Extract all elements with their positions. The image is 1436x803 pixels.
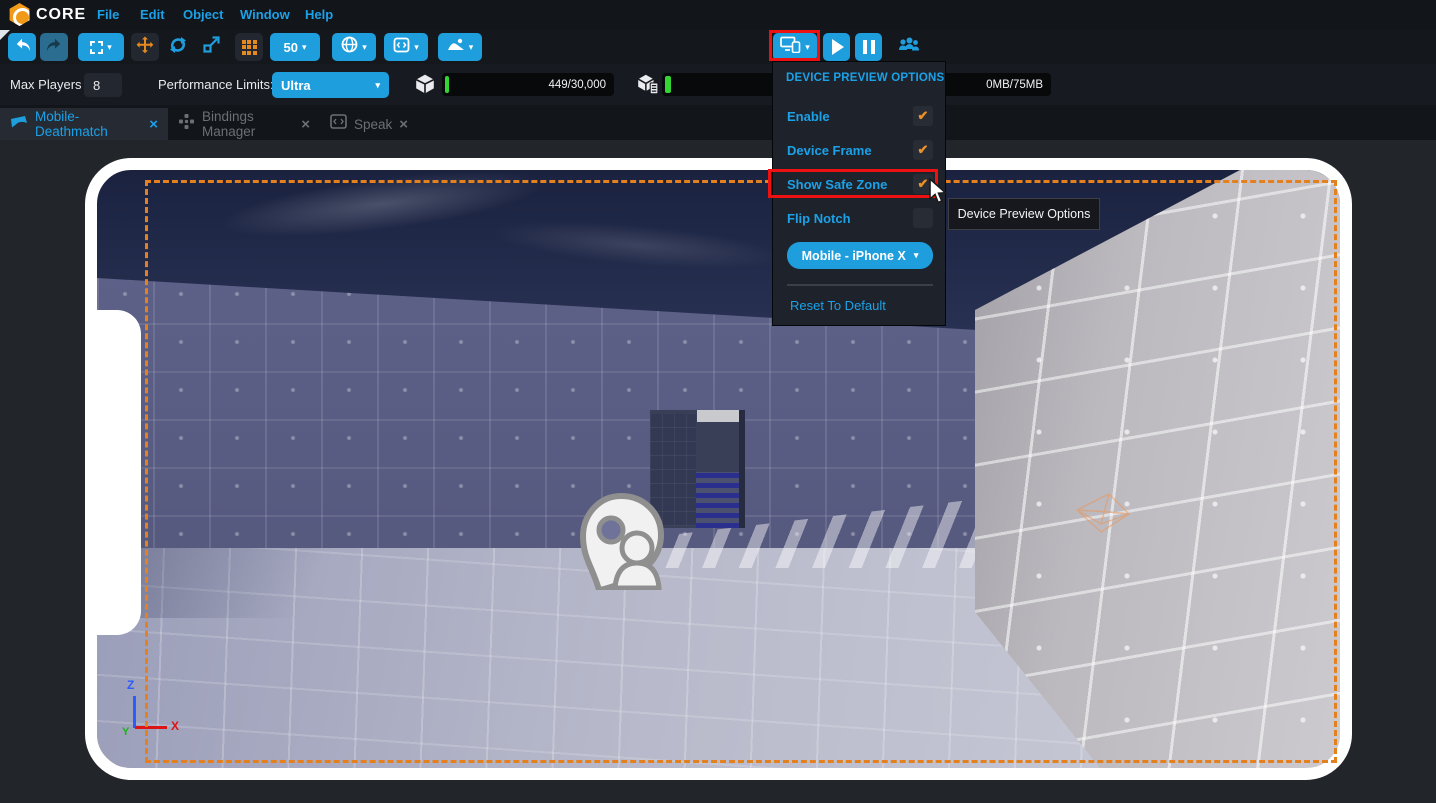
terrain-icon <box>447 37 465 57</box>
flip-notch-checkbox[interactable] <box>913 208 933 228</box>
menu-item-flip-notch[interactable]: Flip Notch <box>787 211 851 226</box>
close-icon[interactable]: × <box>399 116 408 133</box>
pause-icon <box>863 40 875 54</box>
chevron-down-icon: ▾ <box>805 43 810 52</box>
menu-item-show-safe-zone[interactable]: Show Safe Zone <box>787 177 887 192</box>
play-icon <box>832 39 844 55</box>
tab-mobile-deathmatch[interactable]: Mobile-Deathmatch × <box>0 108 168 140</box>
menu-edit[interactable]: Edit <box>140 7 165 22</box>
close-icon[interactable]: × <box>301 116 310 133</box>
memory-usage-fill <box>665 76 671 93</box>
device-frame-checkbox[interactable]: ✔ <box>913 140 933 160</box>
safe-zone-outline <box>145 180 1337 763</box>
tab-speak[interactable]: Speak × <box>320 108 408 140</box>
settings-bar: Max Players 8 Performance Limits: Ultra … <box>0 64 1436 105</box>
multiplayer-preview-button[interactable] <box>894 33 924 61</box>
world-dropdown[interactable]: ▾ <box>332 33 376 61</box>
bindings-icon <box>178 113 195 135</box>
marquee-select-icon <box>90 41 103 54</box>
menu-item-enable[interactable]: Enable <box>787 109 830 124</box>
device-preview-options-menu: DEVICE PREVIEW OPTIONS Enable ✔ Device F… <box>772 61 946 326</box>
core-logo-text: core <box>36 6 86 24</box>
script-tab-icon <box>330 114 347 134</box>
core-logo-icon <box>8 3 31 26</box>
menu-file[interactable]: File <box>97 7 119 22</box>
close-icon[interactable]: × <box>149 116 158 133</box>
device-preview-icon <box>780 36 801 58</box>
memory-usage-text: 0MB/75MB <box>986 73 1043 96</box>
title-bar: core File Edit Object Window Help <box>0 0 1436 30</box>
3d-viewport[interactable]: Z X Y <box>0 140 1436 803</box>
device-preview-button[interactable]: ▾ <box>773 33 817 61</box>
performance-limits-value: Ultra <box>281 78 311 93</box>
multiplayer-preview-icon <box>897 36 921 59</box>
grid-icon <box>242 40 257 55</box>
max-players-input[interactable]: 8 <box>84 73 122 97</box>
chevron-down-icon: ▾ <box>375 81 380 90</box>
world-icon <box>341 36 358 58</box>
rotate-tool-button[interactable] <box>165 33 191 61</box>
grid-size-value: 50 <box>284 40 298 55</box>
axis-z-line <box>133 696 136 728</box>
device-select-dropdown[interactable]: Mobile - iPhone X ▾ <box>787 242 933 269</box>
max-players-label: Max Players <box>10 77 82 92</box>
chevron-down-icon: ▾ <box>362 43 367 52</box>
grid-size-dropdown[interactable]: 50 ▾ <box>270 33 320 61</box>
object-count-fill <box>445 76 449 93</box>
main-toolbar: ▾ 50 ▾ <box>0 30 1436 64</box>
menu-title: DEVICE PREVIEW OPTIONS <box>786 72 944 84</box>
script-dropdown[interactable]: ▾ <box>384 33 428 61</box>
axis-z-label: Z <box>127 678 134 692</box>
rotate-icon <box>169 36 187 59</box>
tooltip: Device Preview Options <box>948 198 1100 230</box>
axis-y-label: Y <box>122 726 129 738</box>
chevron-down-icon: ▾ <box>469 43 474 52</box>
scene-icon <box>10 115 28 134</box>
menu-window[interactable]: Window <box>240 7 290 22</box>
undo-button[interactable] <box>8 33 36 61</box>
performance-limits-dropdown[interactable]: Ultra ▾ <box>272 72 389 98</box>
menu-item-device-frame[interactable]: Device Frame <box>787 143 872 158</box>
chevron-down-icon: ▾ <box>414 43 419 52</box>
device-select-value: Mobile - iPhone X <box>802 249 906 263</box>
object-count-text: 449/30,000 <box>548 73 606 96</box>
grid-snap-button[interactable] <box>235 33 263 61</box>
enable-checkbox[interactable]: ✔ <box>913 106 933 126</box>
memory-usage-icon <box>636 73 659 100</box>
script-icon <box>393 37 410 58</box>
redo-icon <box>46 37 63 57</box>
menu-help[interactable]: Help <box>305 7 333 22</box>
core-logo: core <box>8 3 86 26</box>
device-notch <box>95 310 141 635</box>
menu-separator <box>787 284 933 286</box>
tab-bindings-manager[interactable]: Bindings Manager × <box>168 108 320 140</box>
scale-icon <box>203 36 220 58</box>
undo-icon <box>14 37 31 57</box>
mouse-cursor <box>928 178 950 211</box>
move-tool-button[interactable] <box>131 33 159 61</box>
scale-tool-button[interactable] <box>198 33 224 61</box>
editor-tab-bar: Mobile-Deathmatch × Bindings Manager × S… <box>0 105 1436 140</box>
terrain-dropdown[interactable]: ▾ <box>438 33 482 61</box>
move-icon <box>136 36 154 59</box>
performance-limits-label: Performance Limits: <box>158 77 274 92</box>
tab-label: Speak <box>354 117 392 132</box>
select-mode-button[interactable]: ▾ <box>78 33 124 61</box>
object-count-icon <box>414 73 436 100</box>
object-count-meter: 449/30,000 <box>442 73 614 96</box>
menu-object[interactable]: Object <box>183 7 223 22</box>
chevron-down-icon: ▾ <box>302 43 307 52</box>
tab-label: Bindings Manager <box>202 109 294 139</box>
play-button[interactable] <box>823 33 850 61</box>
reset-to-default-link[interactable]: Reset To Default <box>790 298 886 313</box>
chevron-down-icon: ▾ <box>107 43 112 52</box>
redo-button[interactable] <box>40 33 68 61</box>
tab-label: Mobile-Deathmatch <box>35 109 142 139</box>
chevron-down-icon: ▾ <box>914 251 919 260</box>
pause-button[interactable] <box>855 33 882 61</box>
